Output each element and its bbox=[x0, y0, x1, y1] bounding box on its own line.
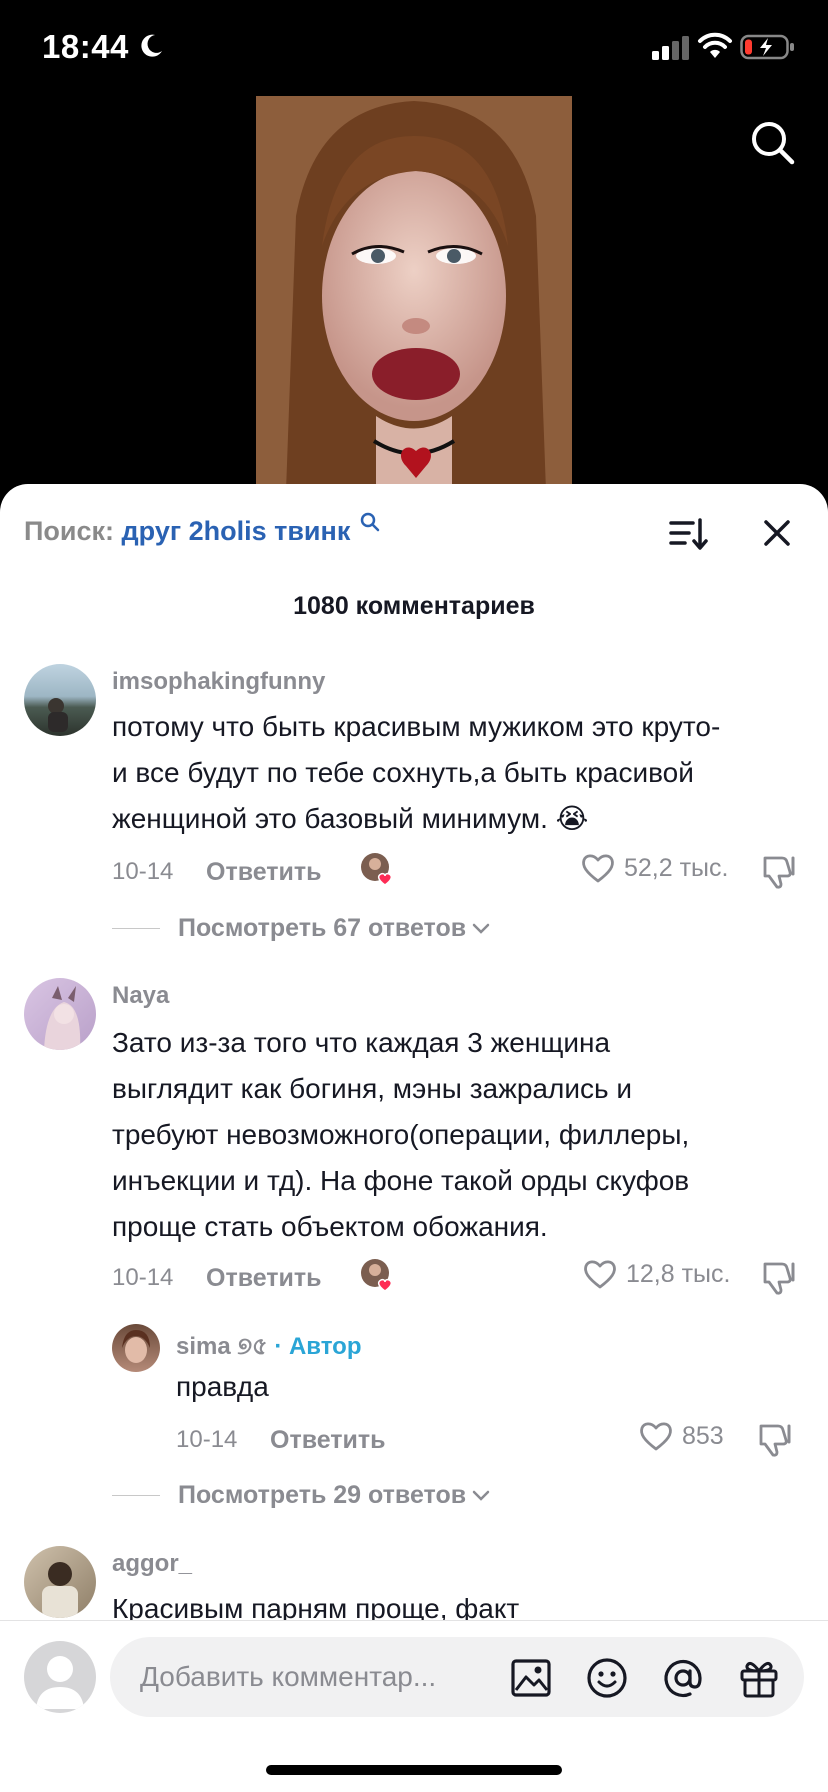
heart-icon bbox=[582, 854, 614, 883]
video-frame[interactable] bbox=[256, 96, 572, 491]
comment-line: и все будут по тебе сохнуть,а быть краси… bbox=[112, 757, 694, 788]
home-indicator[interactable] bbox=[266, 1765, 562, 1775]
comment-count: 1080 комментариев bbox=[293, 592, 535, 620]
comment-text: Зато из-за того что каждая 3 женщина выг… bbox=[112, 1020, 812, 1250]
comment-username[interactable]: Naya bbox=[112, 982, 169, 1010]
reply-button[interactable]: Ответить bbox=[270, 1426, 386, 1455]
close-icon[interactable] bbox=[758, 514, 796, 552]
my-avatar[interactable] bbox=[24, 1641, 96, 1713]
comment-line: Зато из-за того что каждая 3 женщина bbox=[112, 1027, 611, 1058]
comment-line: женщиной это базовый минимум. 😭 bbox=[112, 803, 589, 834]
moon-icon bbox=[141, 34, 162, 57]
view-replies-label: Посмотреть 67 ответов bbox=[178, 914, 467, 942]
sort-icon[interactable] bbox=[668, 514, 708, 554]
dislike-icon[interactable] bbox=[760, 1258, 798, 1296]
like-count: 12,8 тыс. bbox=[626, 1259, 731, 1288]
view-replies-label: Посмотреть 29 ответов bbox=[178, 1481, 467, 1509]
comment-line: требуют невозможного(операции, филлеры, bbox=[112, 1119, 690, 1150]
divider-line bbox=[112, 928, 160, 929]
comment-text: потому что быть красивым мужиком это кру… bbox=[112, 704, 812, 842]
search-icon[interactable] bbox=[748, 118, 798, 168]
avatar[interactable] bbox=[112, 1324, 160, 1372]
like-button[interactable]: 853 bbox=[638, 1420, 724, 1452]
comment-username[interactable]: imsophakingfunny bbox=[112, 668, 325, 696]
comment-date: 10-14 bbox=[112, 858, 174, 885]
comment-line: потому что быть красивым мужиком это кру… bbox=[112, 711, 721, 742]
like-count: 853 bbox=[682, 1421, 724, 1450]
comment-username[interactable]: aggor_ bbox=[112, 1550, 192, 1578]
reply-text: правда bbox=[176, 1371, 269, 1402]
heart-icon bbox=[640, 1422, 672, 1451]
reply-date: 10-14 bbox=[176, 1426, 238, 1453]
avatar[interactable] bbox=[24, 664, 96, 736]
status-bar: 18:44 bbox=[0, 0, 828, 96]
comment-input[interactable] bbox=[140, 1637, 470, 1717]
reply-button[interactable]: Ответить bbox=[206, 1264, 322, 1293]
status-time: 18:44 bbox=[42, 28, 129, 65]
reply-username[interactable]: sima ୭৫ · Автор bbox=[176, 1328, 362, 1368]
avatar[interactable] bbox=[24, 1546, 96, 1618]
emoji-icon[interactable] bbox=[586, 1657, 628, 1699]
search-prefix: Поиск: bbox=[24, 516, 115, 546]
search-header[interactable]: Поиск: друг 2holis твинк bbox=[24, 512, 380, 547]
reply-button[interactable]: Ответить bbox=[206, 858, 322, 887]
battery-icon bbox=[740, 34, 794, 60]
mention-icon[interactable] bbox=[662, 1657, 704, 1699]
chevron-down-icon bbox=[472, 923, 490, 934]
image-icon[interactable] bbox=[510, 1657, 552, 1699]
signal-icon bbox=[652, 36, 689, 60]
search-query-link[interactable]: друг 2holis твинк bbox=[122, 516, 351, 546]
dislike-icon[interactable] bbox=[756, 1420, 794, 1458]
like-button[interactable]: 12,8 тыс. bbox=[582, 1258, 730, 1290]
comment-line: выглядит как богиня, мэны зажрались и bbox=[112, 1073, 632, 1104]
avatar[interactable] bbox=[24, 978, 96, 1050]
like-count: 52,2 тыс. bbox=[624, 853, 729, 882]
reply-username-text: sima ୭৫ bbox=[176, 1333, 268, 1360]
comment-line: проще стать объектом обожания. bbox=[112, 1211, 548, 1242]
author-badge: · Автор bbox=[274, 1333, 362, 1360]
wifi-icon bbox=[698, 32, 732, 58]
creator-liked-icon bbox=[361, 1259, 393, 1292]
creator-liked-icon bbox=[361, 853, 393, 886]
divider-line bbox=[112, 1495, 160, 1496]
dislike-icon[interactable] bbox=[760, 852, 798, 890]
heart-icon bbox=[584, 1260, 616, 1289]
like-button[interactable]: 52,2 тыс. bbox=[580, 852, 728, 884]
comment-input-pill[interactable] bbox=[110, 1637, 804, 1717]
search-small-icon bbox=[360, 512, 380, 532]
view-replies-button[interactable]: Посмотреть 29 ответов bbox=[112, 1481, 490, 1510]
chevron-down-icon bbox=[472, 1490, 490, 1501]
comments-sheet: Поиск: друг 2holis твинк 1080 комментари… bbox=[0, 484, 828, 1792]
comment-line: инъекции и тд). На фоне такой орды скуфо… bbox=[112, 1165, 690, 1196]
video-image bbox=[256, 96, 572, 491]
comment-date: 10-14 bbox=[112, 1264, 174, 1291]
view-replies-button[interactable]: Посмотреть 67 ответов bbox=[112, 914, 490, 943]
gift-icon[interactable] bbox=[738, 1657, 780, 1699]
